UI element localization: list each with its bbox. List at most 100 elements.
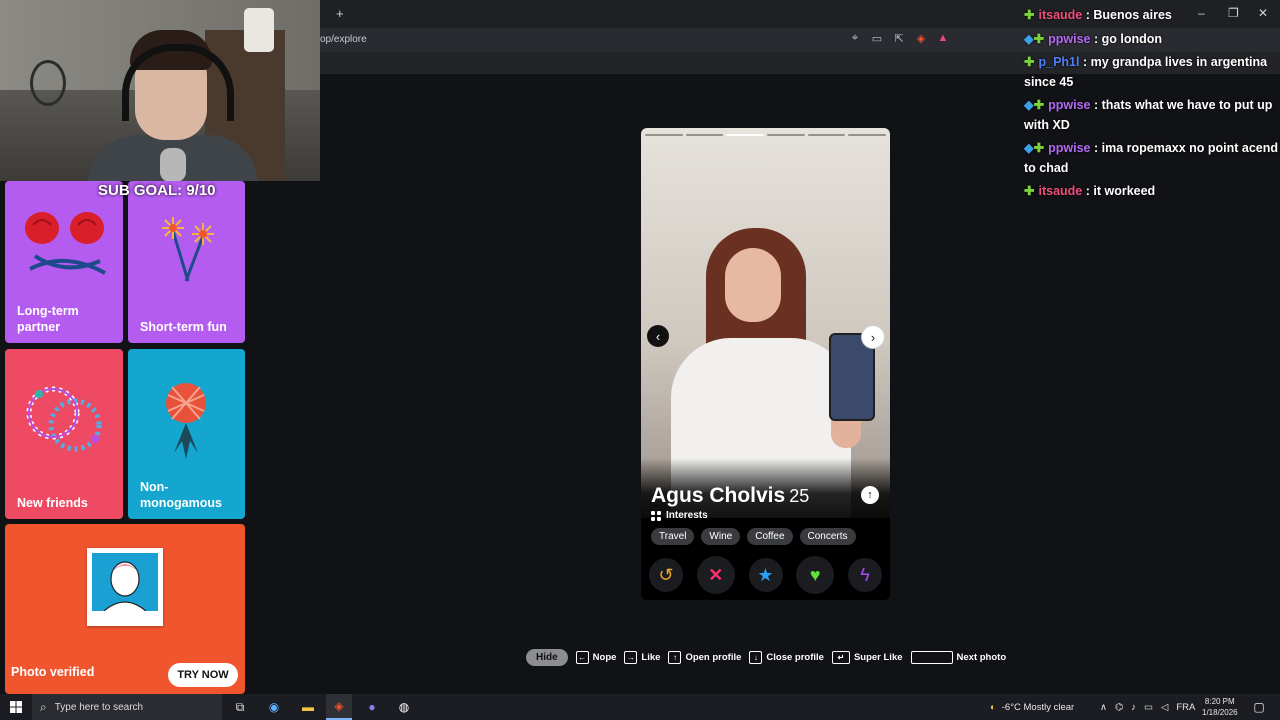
right-arrow-key-icon: →: [624, 651, 638, 664]
weather-icon: ◐: [990, 701, 996, 713]
hint-open-profile: ↑ Open profile: [668, 651, 741, 664]
taskbar: ⌕ Type here to search ⧉ ◉ ▬ ◈ ● ◍ ◐ -6°C…: [0, 694, 1280, 720]
interest-chips: Travel Wine Coffee Concerts: [651, 528, 856, 545]
profile-age: 25: [789, 486, 810, 506]
cube-badge-icon: ◆: [1024, 98, 1034, 112]
display-icon[interactable]: ▭: [1144, 702, 1153, 713]
network-icon[interactable]: ⌬: [1115, 702, 1123, 713]
location-icon[interactable]: ⌖: [848, 31, 862, 45]
down-arrow-key-icon: ↓: [749, 651, 763, 664]
cube-badge-icon: ◆: [1024, 31, 1034, 46]
badge-icon: ✚: [1024, 8, 1035, 22]
like-button[interactable]: ♥: [796, 556, 835, 594]
super-like-icon: ★: [757, 564, 774, 585]
interests-heading: Interests: [651, 510, 708, 521]
interests-label: Interests: [666, 510, 708, 521]
badge-icon: ✚: [1024, 184, 1035, 198]
space-key-icon: [910, 651, 953, 664]
card-label: Non-monogamous: [140, 480, 222, 510]
bracelets-icon: [26, 386, 102, 452]
volume-icon[interactable]: ◁: [1161, 702, 1168, 713]
card-short-term-fun[interactable]: Short-term fun: [128, 181, 245, 343]
new-tab-button[interactable]: +: [336, 6, 344, 21]
clock-time: 8:20 PM: [1204, 697, 1235, 706]
share-icon[interactable]: ⇱: [892, 31, 906, 45]
badge-icon: ✚: [1024, 55, 1035, 69]
photo-progress-bar: [645, 134, 887, 136]
card-new-friends[interactable]: New friends: [5, 349, 123, 519]
chat-text: : it workeed: [1085, 184, 1156, 198]
try-now-button[interactable]: TRY NOW: [168, 663, 238, 687]
like-icon: ♥: [809, 564, 821, 585]
search-placeholder: Type here to search: [54, 701, 144, 713]
sparklers-icon: [162, 217, 214, 282]
obs-icon[interactable]: ◍: [394, 694, 414, 720]
notification-icon[interactable]: ▢: [1252, 694, 1266, 720]
card-label: Long-term partner: [17, 304, 79, 334]
photo-progress-segment: [848, 134, 887, 136]
microphone-shape: [160, 148, 186, 181]
keyboard-shortcuts: Hide ← Nope → Like ↑ Open profile ↓ Close pr…: [526, 649, 1006, 666]
chat-username: ppwise: [1048, 98, 1091, 112]
search-icon: ⌕: [40, 699, 47, 714]
photo-progress-segment: [767, 134, 805, 136]
rewind-icon: ↺: [658, 564, 674, 585]
photo-progress-segment: [645, 134, 683, 136]
chat-message: ◆✚ ppwise : ima ropemaxx no point acend t…: [1024, 139, 1280, 178]
hint-close-profile: ↓ Close profile: [749, 651, 824, 664]
address-bar-icons: ⌖ ▭ ⇱ ◈ ▲: [848, 31, 950, 45]
nope-button[interactable]: ✕: [696, 556, 735, 594]
hide-shortcuts-button[interactable]: Hide: [526, 649, 568, 666]
profile-card[interactable]: ‹ › Agus Cholvis 25 ↑ Interests Travel Wi…: [641, 128, 890, 600]
copilot-icon[interactable]: ◉: [264, 694, 284, 720]
boost-icon: ϟ: [860, 564, 870, 585]
interest-chip: Wine: [701, 528, 741, 545]
brave-shield-icon[interactable]: ◈: [914, 31, 928, 45]
chat-username: itsaude: [1038, 8, 1083, 22]
hint-super-like: ↵ Super Like: [831, 651, 903, 664]
chat-message: ✚ itsaude : Buenos aires: [1024, 6, 1280, 26]
hint-like: → Like: [624, 651, 660, 664]
system-tray: ∧ ⌬ ♪ ▭ ◁ FRA: [1100, 694, 1195, 720]
rewards-icon[interactable]: ▲: [936, 31, 950, 45]
previous-photo-button[interactable]: ‹: [647, 325, 669, 347]
discord-icon[interactable]: ●: [362, 694, 382, 720]
card-long-term-partner[interactable]: Long-term partner: [5, 181, 123, 343]
file-explorer-icon[interactable]: ▬: [298, 694, 318, 720]
super-like-button[interactable]: ★: [748, 558, 783, 592]
boost-button[interactable]: ϟ: [848, 558, 882, 592]
card-photo-verified[interactable]: Photo verified TRY NOW: [5, 524, 245, 694]
photo-progress-segment: [807, 134, 846, 136]
card-label: Photo verified: [11, 665, 95, 679]
enter-key-icon: ↵: [831, 651, 850, 664]
clock-date: 1/18/2026: [1202, 708, 1238, 717]
chat-username: ppwise: [1048, 31, 1091, 46]
grid-icon: [651, 510, 661, 521]
next-photo-button[interactable]: ›: [861, 325, 885, 349]
profile-name: Agus Cholvis 25: [651, 484, 809, 508]
chat-username: p_Ph1l: [1038, 55, 1080, 69]
taskbar-search[interactable]: ⌕ Type here to search: [32, 694, 222, 720]
chat-message: ✚ itsaude : it workeed: [1024, 182, 1280, 202]
windows-start-icon[interactable]: [4, 694, 28, 720]
badge-icon: ✚: [1033, 31, 1045, 46]
chevron-up-icon[interactable]: ∧: [1100, 702, 1107, 713]
sub-goal-text: SUB GOAL: 9/10: [98, 182, 216, 199]
chat-message: ✚ p_Ph1l : my grandpa lives in argentina …: [1024, 53, 1280, 92]
photo-progress-segment: [726, 134, 765, 136]
url-field[interactable]: op/explore: [320, 34, 367, 45]
weather-widget[interactable]: ◐ -6°C Mostly clear: [990, 694, 1074, 720]
rewind-button[interactable]: ↺: [649, 558, 683, 592]
clock[interactable]: 8:20 PM 1/18/2026: [1202, 696, 1238, 718]
hint-next-photo: Next photo: [910, 651, 1006, 664]
pineapple-icon: [166, 383, 206, 459]
card-non-monogamous[interactable]: Non-monogamous: [128, 349, 245, 519]
task-view-icon[interactable]: ⧉: [232, 694, 248, 720]
webcam-overlay: [0, 0, 320, 181]
open-profile-button[interactable]: ↑: [861, 486, 879, 504]
microphone-icon[interactable]: ♪: [1131, 702, 1136, 713]
language-indicator[interactable]: FRA: [1176, 702, 1195, 713]
brave-browser-icon[interactable]: ◈: [326, 694, 352, 720]
roses-icon: [25, 212, 106, 275]
cast-icon[interactable]: ▭: [870, 31, 884, 45]
